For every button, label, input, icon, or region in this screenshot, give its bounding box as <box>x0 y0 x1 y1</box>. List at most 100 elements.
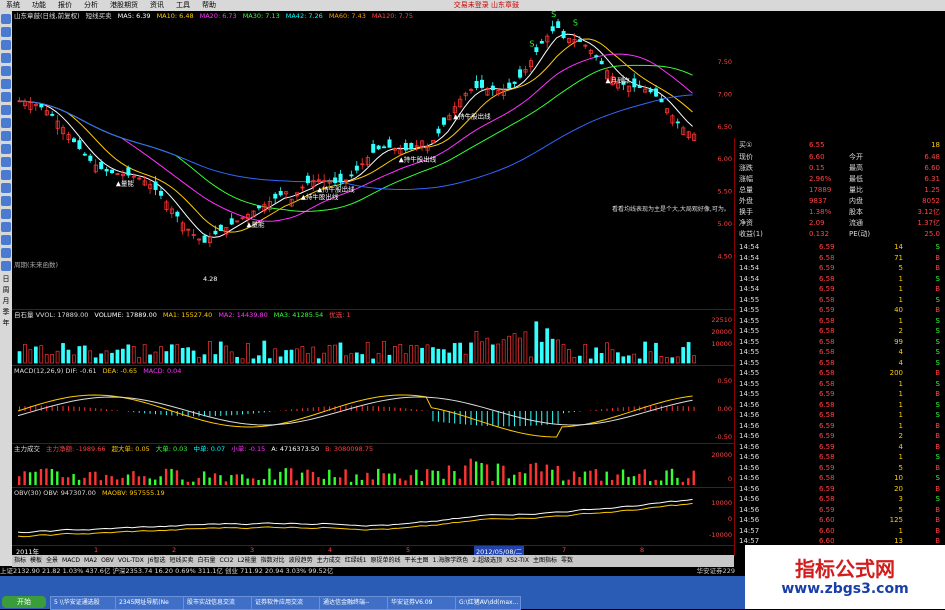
indicator-tab[interactable]: 2.超级选顶 <box>470 555 504 567</box>
toolbar-icon[interactable] <box>1 27 11 37</box>
toolbar-icon[interactable] <box>1 196 11 206</box>
tick-time: 14:56 <box>739 516 760 524</box>
indicator-tab[interactable]: 主力成交 <box>315 555 343 567</box>
maobv-line <box>17 502 693 538</box>
indicator-tab[interactable]: MACD <box>60 555 82 567</box>
tick-volume: 10 <box>894 474 903 482</box>
menu-item[interactable]: 功能 <box>26 0 52 11</box>
toolbar-icon[interactable] <box>1 40 11 50</box>
taskbar-window-button[interactable]: 5 \\华安证通选股 <box>50 596 122 610</box>
indicator-tab[interactable]: L2能量 <box>235 555 258 567</box>
tick-time: 14:55 <box>739 295 760 304</box>
flow-bar <box>295 480 298 485</box>
quote-label: 今开 <box>849 153 863 161</box>
volume-bar <box>344 355 348 364</box>
flow-bar <box>398 478 402 485</box>
toolbar-icon[interactable] <box>1 105 11 115</box>
ma60-line <box>17 94 693 191</box>
toolbar-icon[interactable] <box>1 235 11 245</box>
bid-label: 买① <box>739 141 753 149</box>
indicator-tab[interactable]: 主图指标 <box>531 555 559 567</box>
period-button[interactable]: 年 <box>0 318 12 329</box>
toolbar-icon[interactable] <box>1 144 11 154</box>
tick-time: 14:56 <box>739 495 760 503</box>
volume-bar <box>23 343 27 364</box>
tick-time: 14:55 <box>739 369 760 377</box>
tick-volume: 1 <box>898 400 903 409</box>
menu-item[interactable]: 报价 <box>52 0 78 11</box>
indicator-tab[interactable]: 模板 <box>28 555 44 567</box>
toolbar-icon[interactable] <box>1 170 11 180</box>
toolbar-icon[interactable] <box>1 261 11 271</box>
indicator-value: 主力净额: -1989.66 <box>46 445 106 453</box>
candle-body <box>474 80 479 89</box>
candle-body <box>354 165 359 171</box>
toolbar-icon[interactable] <box>1 79 11 89</box>
flow-bar <box>213 473 217 485</box>
ma10-line <box>17 38 693 233</box>
toolbar-icon[interactable] <box>1 66 11 76</box>
indicator-tab[interactable]: MA2 <box>82 555 99 567</box>
taskbar-window-button[interactable]: 通达信金融终端-- <box>319 596 393 610</box>
indicator-tab[interactable]: 白石量 <box>196 555 218 567</box>
taskbar-window-button[interactable]: 2345网址导航(Ne <box>115 596 189 610</box>
flow-bar <box>28 472 32 485</box>
indicator-tab[interactable]: 全景 <box>44 555 60 567</box>
period-button[interactable]: 月 <box>0 296 12 307</box>
indicator-tab[interactable]: 零数 <box>559 555 575 567</box>
taskbar-window-button[interactable]: G:\红猪AV\dd(max... <box>455 596 521 610</box>
indicator-tab[interactable]: 平长主图 <box>403 555 431 567</box>
menu-item[interactable]: 帮助 <box>196 0 222 11</box>
indicator-tab[interactable]: XS2-TIX <box>504 555 531 567</box>
menu-item[interactable]: 工具 <box>170 0 196 11</box>
price-annotation: S <box>529 40 534 49</box>
period-button[interactable]: 季 <box>0 307 12 318</box>
indicator-tab[interactable]: 指数对比 <box>259 555 287 567</box>
menu-item[interactable]: 分析 <box>78 0 104 11</box>
flow-bar <box>355 474 358 485</box>
toolbar-icon[interactable] <box>1 131 11 141</box>
candle-body <box>213 230 218 235</box>
indicator-tab[interactable]: OBV <box>99 555 116 567</box>
taskbar-window-button[interactable]: 证券软件应用交流 <box>251 596 325 610</box>
toolbar-icon[interactable] <box>1 248 11 258</box>
bid-price: 6.55 <box>809 141 825 149</box>
indicator-tab[interactable]: VOL-TDX <box>116 555 146 567</box>
indicator-tab[interactable]: 1.海豚学跌色 <box>431 555 471 567</box>
toolbar-icon[interactable] <box>1 118 11 128</box>
toolbar-icon[interactable] <box>1 53 11 63</box>
volume-bar <box>512 333 517 364</box>
bid-volume: 18 <box>931 141 940 149</box>
menu-item[interactable]: 系统 <box>0 0 26 11</box>
taskbar-window-button[interactable]: 股市实战信息交流 <box>183 596 257 610</box>
toolbar-icon[interactable] <box>1 183 11 193</box>
menu-item[interactable]: 港股期货 <box>104 0 144 11</box>
menu-item[interactable]: 资讯 <box>144 0 170 11</box>
indicator-tab[interactable]: 红绿线1 <box>343 555 369 567</box>
indicator-tab[interactable]: 短线买卖 <box>167 555 195 567</box>
quote-value: 6.60 <box>924 164 940 172</box>
chart-area[interactable]: ▲量能 ▲量能 ▲持牛股出线 ▲持牛股出线 ▲持牛股出线 ▲持牛股出线 ▲月到点 S S S 4.2… <box>12 11 734 556</box>
candle-body <box>632 78 637 88</box>
taskbar-window-button[interactable]: 华安证券V6.09 <box>387 596 461 610</box>
start-button[interactable]: 开始 <box>2 596 46 608</box>
period-button[interactable]: 日 <box>0 274 12 285</box>
flow-bar <box>562 480 565 485</box>
quote-value: 6.31 <box>924 175 940 183</box>
indicator-tab[interactable]: CCI2 <box>218 555 236 567</box>
toolbar-icon[interactable] <box>1 209 11 219</box>
flow-bar <box>230 475 233 485</box>
flow-panel-header: 主力成交 主力净额: -1989.66 超大单: 0.05 大单: 0.03 中单: 0… <box>14 445 379 454</box>
period-button[interactable]: 周 <box>0 285 12 296</box>
indicator-tab[interactable]: J6智选 <box>146 555 168 567</box>
date-axis-label: 4 <box>328 546 333 554</box>
toolbar-icon[interactable] <box>1 14 11 24</box>
chart-canvas[interactable]: ▲量能▲量能▲持牛股出线▲持牛股出线▲持牛股出线▲持牛股出线▲月到点SSS4.2… <box>12 11 734 555</box>
indicator-tab[interactable]: 指标 <box>12 555 28 567</box>
indicator-tab[interactable]: 波段趋势 <box>287 555 315 567</box>
toolbar-icon[interactable] <box>1 92 11 102</box>
volume-bar <box>425 344 430 364</box>
toolbar-icon[interactable] <box>1 222 11 232</box>
toolbar-icon[interactable] <box>1 157 11 167</box>
indicator-tab[interactable]: 原捉单的线 <box>369 555 403 567</box>
